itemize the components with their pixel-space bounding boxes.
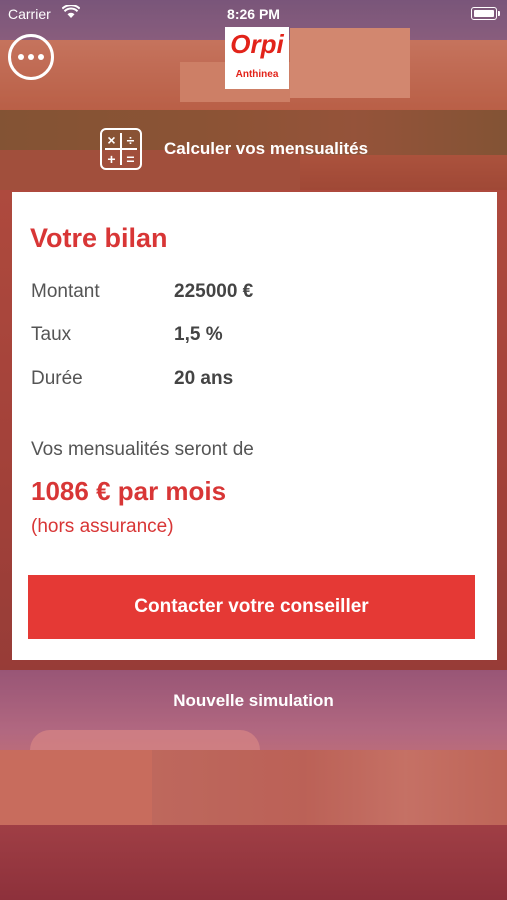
mensualites-intro: Vos mensualités seront de xyxy=(31,439,254,460)
calculator-title: Calculer vos mensualités xyxy=(164,139,369,158)
logo-agency: Anthinea xyxy=(235,69,279,80)
row-label: Durée xyxy=(31,368,83,389)
row-value: 1,5 % xyxy=(174,324,223,345)
bilan-card: Votre bilan Montant 225000 € Taux 1,5 % … xyxy=(12,192,497,660)
bilan-title: Votre bilan xyxy=(30,223,168,253)
orpi-logo: Orpi Anthinea xyxy=(225,27,289,89)
more-dots-icon[interactable] xyxy=(8,34,54,80)
contact-advisor-button[interactable]: Contacter votre conseiller xyxy=(28,575,475,639)
clock: 8:26 PM xyxy=(227,6,280,22)
row-label: Montant xyxy=(31,281,100,302)
mensualites-amount: 1086 € par mois xyxy=(31,476,227,506)
battery-icon xyxy=(471,7,500,20)
row-value: 225000 € xyxy=(174,281,254,302)
logo-brand: Orpi xyxy=(230,29,284,59)
new-simulation-button[interactable]: Nouvelle simulation xyxy=(0,691,507,711)
mensualites-note: (hors assurance) xyxy=(31,516,174,537)
row-value: 20 ans xyxy=(174,368,234,389)
calculator-icon: × ÷ + = xyxy=(100,128,142,170)
calculator-header: × ÷ + = Calculer vos mensualités xyxy=(100,126,368,172)
status-bar: Carrier 8:26 PM xyxy=(0,0,507,26)
row-label: Taux xyxy=(31,324,72,345)
